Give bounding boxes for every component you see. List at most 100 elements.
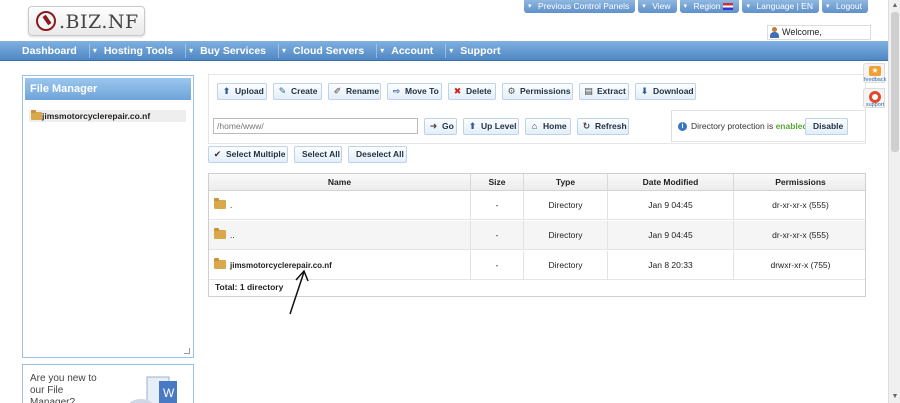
cell-name: jimsmotorcyclerepair.co.nf [209, 251, 471, 280]
delete-label: Delete [466, 86, 492, 96]
rename-button[interactable]: ✐ Rename [328, 83, 381, 100]
table-header: Name Size Type Date Modified Permissions [209, 174, 865, 191]
create-label: Create [291, 86, 318, 96]
col-date-modified[interactable]: Date Modified [608, 174, 734, 191]
deselect-all-button[interactable]: Deselect All [348, 146, 407, 163]
cell-date: Jan 9 04:45 [608, 191, 734, 220]
extract-button[interactable]: ▤ Extract [579, 83, 629, 100]
cell-type: Directory [524, 251, 608, 280]
col-name[interactable]: Name [209, 174, 471, 191]
total-count: Total: 1 directory [215, 282, 284, 292]
arrow-right-icon: ➜ [429, 121, 438, 131]
flag-icon [723, 3, 734, 10]
permissions-button[interactable]: ⚙ Permissions [502, 83, 573, 100]
cell-size: - [471, 221, 524, 250]
refresh-button[interactable]: ↻ Refresh [577, 118, 629, 135]
vertical-scrollbar[interactable]: ▲ ▼ [888, 0, 900, 403]
language-link[interactable]: Language | EN [742, 0, 819, 13]
svg-text:W: W [163, 386, 175, 400]
file-name: .. [230, 230, 235, 240]
home-icon: ⌂ [531, 121, 538, 131]
scroll-up-icon[interactable]: ▲ [890, 1, 900, 11]
go-button[interactable]: ➜ Go [424, 118, 457, 135]
up-level-label: Up Level [481, 121, 517, 131]
move-to-button[interactable]: ⇨ Move To [387, 83, 442, 100]
move-to-label: Move To [405, 86, 439, 96]
folder-icon [31, 110, 42, 120]
region-link[interactable]: Region [679, 0, 740, 13]
disable-button[interactable]: Disable [805, 118, 848, 135]
logo[interactable]: .BIZ.NF [28, 6, 145, 36]
region-label: Region [693, 1, 721, 11]
cell-type: Directory [524, 191, 608, 220]
cell-permissions: dr-xr-xr-x (555) [772, 230, 829, 240]
view-label: View [652, 1, 671, 11]
view-link[interactable]: View [638, 0, 677, 13]
promo-text: Are you new to our File Manager? [30, 373, 97, 403]
select-multiple-button[interactable]: ✔ Select Multiple [208, 146, 288, 163]
create-button[interactable]: ✎ Create [273, 83, 322, 100]
cell-permissions: dr-xr-xr-x (555) [772, 200, 829, 210]
nav-cloud-servers[interactable]: Cloud Servers [279, 41, 376, 61]
col-size[interactable]: Size [471, 174, 524, 191]
logout-label: Logout [836, 1, 862, 11]
table-row[interactable]: .. - Directory Jan 9 04:45 dr-xr-xr-x (5… [209, 221, 865, 250]
previous-control-panels-link[interactable]: Previous Control Panels [524, 0, 636, 13]
delete-button[interactable]: ✖ Delete [448, 83, 496, 100]
documents-illustration-icon: W [129, 376, 177, 403]
annotation-arrow-icon [289, 269, 309, 315]
col-permissions[interactable]: Permissions [734, 174, 867, 191]
top-bar: .BIZ.NF Previous Control Panels View Reg… [0, 0, 888, 42]
table-row[interactable]: . - Directory Jan 9 04:45 dr-xr-xr-x (55… [209, 191, 865, 220]
rename-label: Rename [346, 86, 380, 96]
extract-label: Extract [597, 86, 626, 96]
scroll-thumb[interactable] [891, 12, 899, 152]
directory-protection: i Directory protection is enabled Disabl… [671, 110, 866, 142]
nav-dashboard[interactable]: Dashboard [0, 41, 89, 61]
scroll-down-icon[interactable]: ▼ [890, 392, 900, 402]
help-promo-panel: Are you new to our File Manager? W [22, 364, 194, 403]
home-button[interactable]: ⌂ Home [525, 118, 571, 135]
user-icon [770, 27, 779, 38]
welcome-box[interactable]: Welcome, [767, 25, 871, 40]
logo-text: .BIZ.NF [59, 11, 139, 33]
protection-status: enabled [775, 121, 808, 131]
nav-account[interactable]: Account [377, 41, 445, 61]
select-all-button[interactable]: Select All [294, 146, 342, 163]
create-icon: ✎ [278, 86, 287, 96]
nav-hosting-tools[interactable]: Hosting Tools [90, 41, 185, 61]
arrow-up-icon: ⬆ [468, 121, 477, 131]
extract-icon: ▤ [584, 86, 593, 96]
panel-title: File Manager [25, 78, 191, 100]
previous-control-panels-label: Previous Control Panels [538, 1, 630, 11]
path-input[interactable]: /home/www/ [213, 118, 418, 134]
checkmark-icon: ✔ [213, 149, 222, 159]
support-label: support [865, 102, 885, 108]
refresh-icon: ↻ [582, 121, 591, 131]
up-level-button[interactable]: ⬆ Up Level [463, 118, 519, 135]
go-label: Go [442, 121, 454, 131]
rename-icon: ✐ [333, 86, 342, 96]
cell-date: Jan 8 20:33 [608, 251, 734, 280]
folder-icon [214, 228, 226, 239]
file-name: jimsmotorcyclerepair.co.nf [230, 261, 332, 270]
top-links: Previous Control Panels View Region Lang… [524, 0, 868, 13]
nav-support[interactable]: Support [446, 41, 512, 61]
support-tab[interactable]: support [863, 88, 885, 108]
select-multiple-label: Select Multiple [226, 149, 286, 159]
feedback-label: feedback [864, 77, 887, 83]
col-type[interactable]: Type [524, 174, 608, 191]
upload-label: Upload [235, 86, 264, 96]
download-button[interactable]: ⬇ Download [635, 83, 696, 100]
protection-text: Directory protection is enabled [691, 121, 808, 131]
tree-item-domain[interactable]: jimsmotorcyclerepair.co.nf [29, 110, 186, 122]
feedback-tab[interactable]: ★ feedback [863, 63, 887, 83]
folder-icon [214, 258, 226, 269]
upload-button[interactable]: ⬆ Upload [217, 83, 267, 100]
logo-icon [36, 11, 56, 31]
download-label: Download [653, 86, 694, 96]
cell-name: . [209, 191, 471, 220]
nav-buy-services[interactable]: Buy Services [186, 41, 278, 61]
resize-handle[interactable] [184, 348, 190, 354]
logout-link[interactable]: Logout [822, 0, 868, 13]
